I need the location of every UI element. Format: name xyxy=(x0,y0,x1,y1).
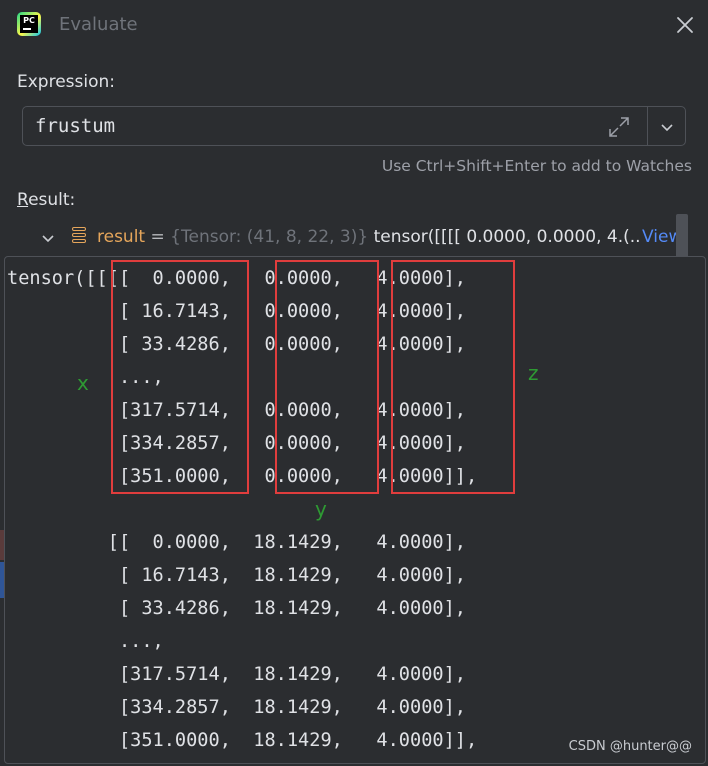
y-column-highlight xyxy=(275,260,379,494)
expression-input[interactable] xyxy=(35,115,595,137)
watches-hint: Use Ctrl+Shift+Enter to add to Watches xyxy=(381,157,692,175)
close-icon[interactable] xyxy=(672,12,698,38)
chevron-down-icon[interactable] xyxy=(40,230,56,246)
watermark: CSDN @hunter@@ xyxy=(568,739,692,754)
variable-type: {Tensor: (41, 8, 22, 3)} xyxy=(170,227,369,247)
dropdown-separator xyxy=(647,107,648,145)
tensor-line xyxy=(7,493,477,526)
chevron-down-icon xyxy=(661,124,673,132)
expression-label: Expression: xyxy=(17,72,116,92)
tensor-line: [[ 0.0000, 18.1429, 4.0000], xyxy=(7,532,466,553)
scrollbar-thumb[interactable] xyxy=(676,214,688,262)
x-annotation: x xyxy=(77,371,89,395)
expression-field[interactable] xyxy=(22,106,686,146)
expression-history-dropdown[interactable] xyxy=(657,117,677,137)
title-bar: PC Evaluate xyxy=(0,0,708,54)
tensor-line: [317.5714, 18.1429, 4.0000], xyxy=(7,664,466,685)
stack-icon xyxy=(72,227,88,249)
variable-name: result xyxy=(97,227,146,247)
tensor-line: [ 16.7143, 18.1429, 4.0000], xyxy=(7,565,466,586)
tensor-line: [351.0000, 18.1429, 4.0000]], xyxy=(7,730,478,751)
pycharm-logo-icon: PC xyxy=(17,12,41,36)
variable-value: tensor([[[[ 0.0000, 0.0000, 4.(... xyxy=(368,227,646,247)
result-label: Result: xyxy=(17,190,76,210)
tensor-line: [ 33.4286, 18.1429, 4.0000], xyxy=(7,598,466,619)
tensor-line: [334.2857, 18.1429, 4.0000], xyxy=(7,697,466,718)
tensor-value-popup: tensor([[[[ 0.0000, 0.0000, 4.0000], [ 1… xyxy=(4,256,706,764)
window-title: Evaluate xyxy=(59,14,138,35)
z-column-highlight xyxy=(391,260,515,494)
z-annotation: z xyxy=(528,361,539,385)
result-tree-row[interactable]: result = {Tensor: (41, 8, 22, 3)} tensor… xyxy=(14,214,690,260)
y-annotation: y xyxy=(315,497,327,521)
x-column-highlight xyxy=(111,260,249,494)
result-summary: result = {Tensor: (41, 8, 22, 3)} tensor… xyxy=(97,227,646,247)
expand-icon[interactable] xyxy=(607,115,631,139)
tensor-line: ..., xyxy=(7,631,164,652)
